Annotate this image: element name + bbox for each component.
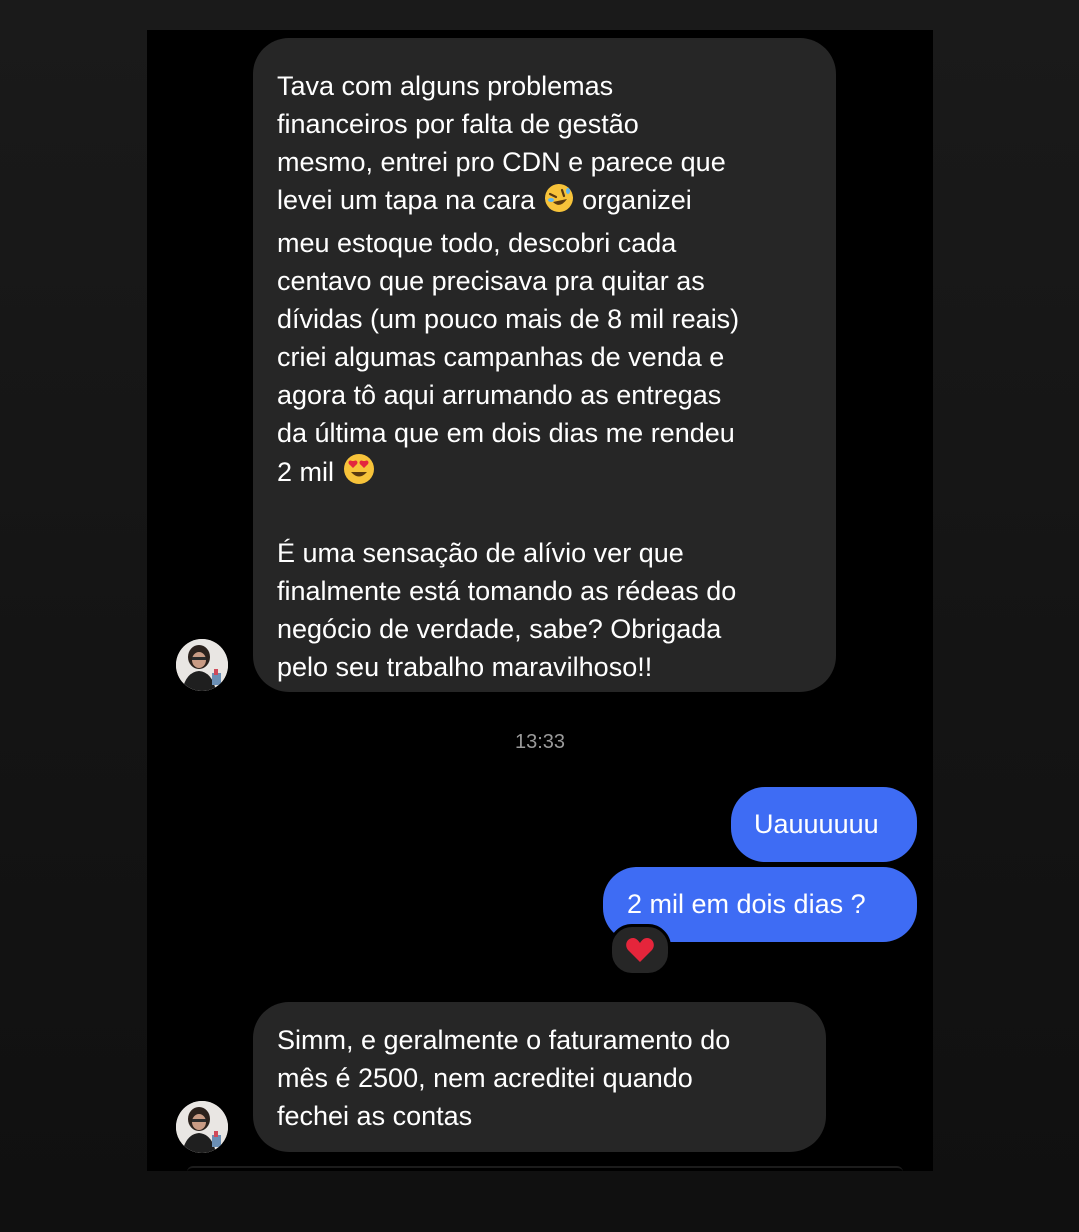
avatar[interactable] xyxy=(176,1101,228,1153)
rolling-on-floor-laughing-emoji xyxy=(543,182,575,224)
message-text: 2 mil em dois dias ? xyxy=(627,889,866,919)
red-heart-icon xyxy=(626,938,654,962)
chat-thread[interactable]: Tava com alguns problemas financeiros po… xyxy=(147,30,933,1171)
message-text: Uauuuuuu xyxy=(754,809,879,839)
next-message-edge xyxy=(187,1166,903,1171)
message-timestamp: 13:33 xyxy=(514,731,566,753)
message-text: organizei meu estoque todo, descobri cad… xyxy=(277,185,740,487)
heart-eyes-emoji xyxy=(342,452,376,496)
avatar[interactable] xyxy=(176,639,228,691)
message-text: Simm, e geralmente o faturamento do mês … xyxy=(277,1025,731,1131)
incoming-message-bubble[interactable]: Simm, e geralmente o faturamento do mês … xyxy=(253,1002,826,1152)
avatar-photo-icon xyxy=(176,639,228,691)
message-reaction[interactable] xyxy=(609,924,671,976)
outgoing-message-bubble[interactable]: Uauuuuuu xyxy=(731,787,917,862)
message-text: É uma sensação de alívio ver que finalme… xyxy=(277,538,737,682)
incoming-message-bubble[interactable]: Tava com alguns problemas financeiros po… xyxy=(253,38,836,692)
avatar-photo-icon xyxy=(176,1101,228,1153)
